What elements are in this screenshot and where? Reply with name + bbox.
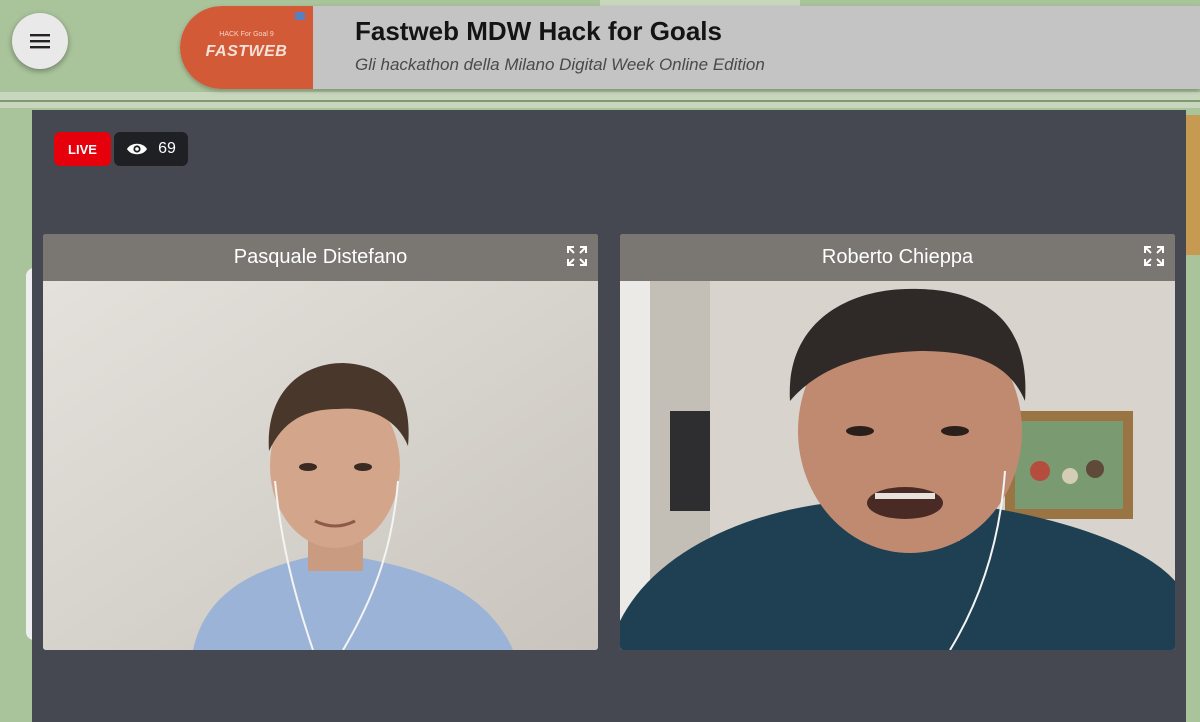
participant-name-bar: Pasquale Distefano [43,234,598,281]
event-title: Fastweb MDW Hack for Goals [355,16,722,46]
menu-button[interactable] [12,13,68,69]
participant-name: Roberto Chieppa [821,246,974,268]
viewer-count-badge: 69 [114,132,188,166]
event-subtitle: Gli hackathon della Milano Digital Week … [355,55,765,74]
hamburger-menu-icon [30,34,50,49]
fullscreen-icon[interactable] [566,245,588,267]
participant-video [43,281,598,650]
eye-icon [127,143,148,155]
map-building [1186,115,1200,255]
participant-name-bar: Roberto Chieppa [620,234,1175,281]
logo-text: FASTWEB [205,43,288,60]
participant-name: Pasquale Distefano [233,246,408,268]
logo-subtitle: HACK For Goal 9 [219,31,274,38]
participant-video [620,281,1175,650]
event-header: HACK For Goal 9 FASTWEB Fastweb MDW Hack… [180,6,1200,89]
event-logo: HACK For Goal 9 FASTWEB [180,6,313,89]
participant-video-frame [43,281,598,650]
fullscreen-icon[interactable] [1143,245,1165,267]
participant-tile-pasquale[interactable]: Pasquale Distefano [43,234,598,650]
video-stage: LIVE 69 Pasquale Distefano Roberto Chiep… [32,110,1186,722]
participant-tile-roberto[interactable]: Roberto Chieppa [620,234,1175,650]
live-badge: LIVE [54,132,111,166]
logo-badge-icon [295,12,305,20]
participant-video-frame [620,281,1175,650]
viewer-count: 69 [158,140,176,157]
map-line [0,100,1200,102]
